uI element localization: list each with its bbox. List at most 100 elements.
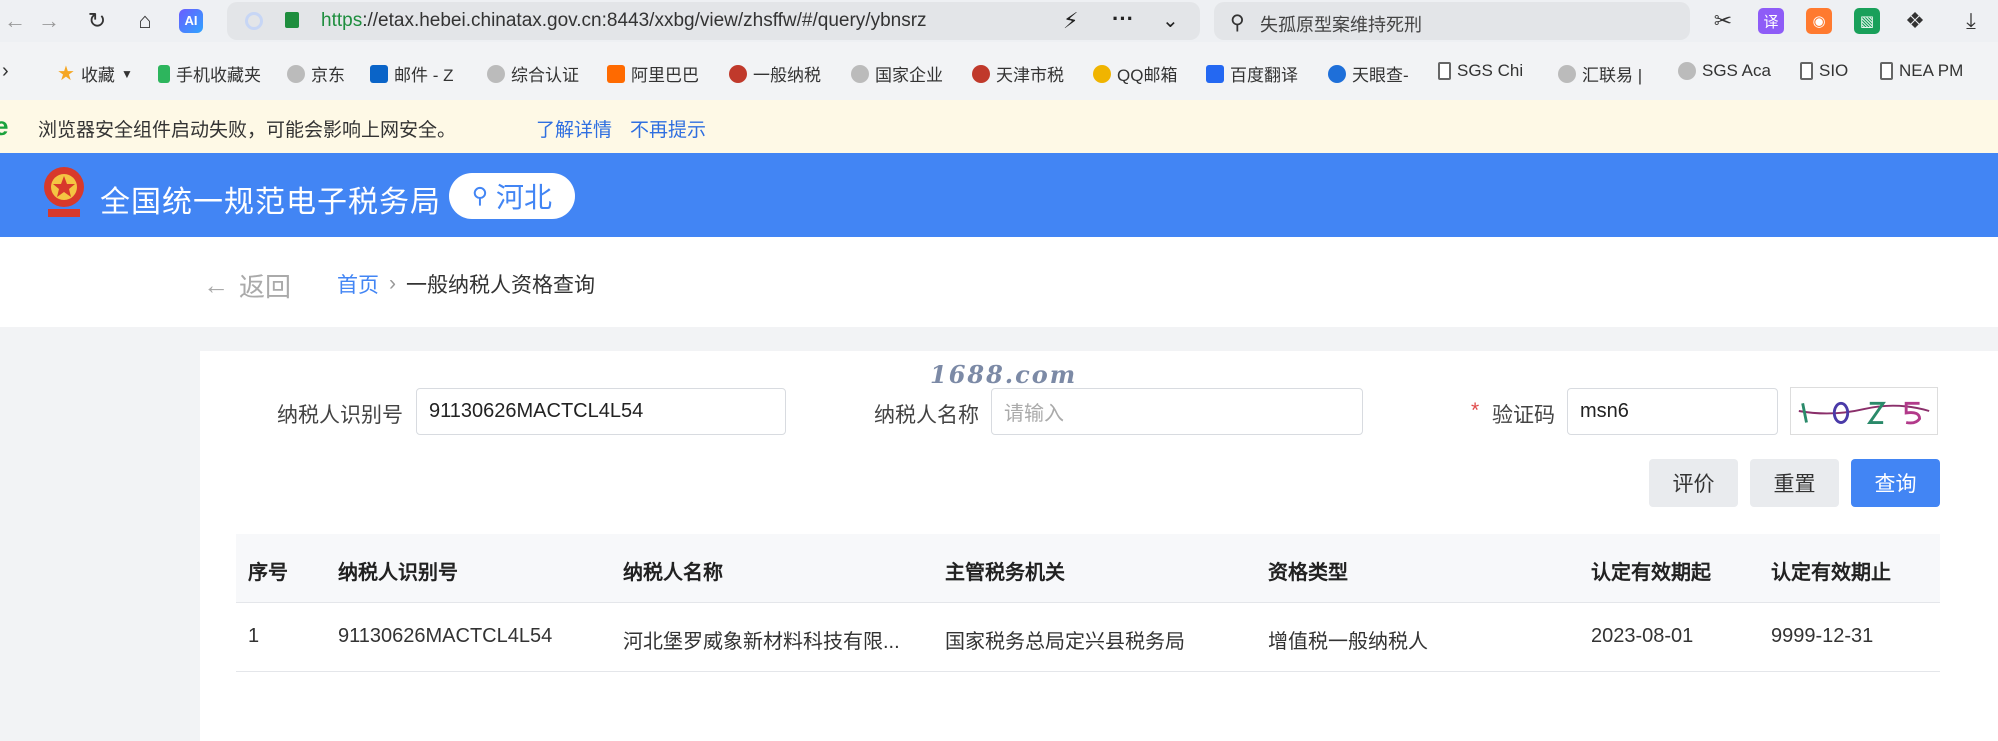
chevron-right-icon: › xyxy=(389,272,396,295)
outlook-icon xyxy=(370,64,388,83)
bookmark-label: 收藏 xyxy=(80,66,115,85)
bookmark-item[interactable]: 邮件 - Z xyxy=(370,61,466,86)
captcha-input[interactable]: msn6 xyxy=(1567,388,1778,435)
address-bar[interactable]: https://etax.hebei.chinatax.gov.cn:8443/… xyxy=(227,2,1200,40)
bookmark-item[interactable]: SIO xyxy=(1800,61,1870,81)
bookmark-item[interactable]: 天津市税 xyxy=(972,61,1074,86)
bookmark-label: 一般纳税 xyxy=(753,66,821,85)
column-header: 主管税务机关 xyxy=(945,562,1065,584)
emblem-icon xyxy=(972,64,990,83)
security-infobar: e 浏览器安全组件启动失败，可能会影响上网安全。 了解详情 不再提示 xyxy=(0,100,1998,153)
table-cell: 9999-12-31 xyxy=(1771,625,1874,647)
column-header: 认定有效期止 xyxy=(1771,562,1891,584)
tianyancha-icon xyxy=(1328,64,1346,83)
bookmark-label: 汇联易 | xyxy=(1582,66,1643,85)
forward-arrow-icon[interactable]: → xyxy=(34,6,64,36)
bookmark-label: SIO xyxy=(1819,61,1849,80)
puzzle-icon[interactable]: ❖ xyxy=(1902,8,1928,34)
back-button[interactable]: ← 返回 xyxy=(203,267,291,304)
reload-icon[interactable]: ↻ xyxy=(82,6,112,36)
bookmark-item[interactable]: 京东 xyxy=(287,61,357,86)
caret-down-icon: ▼ xyxy=(120,66,133,81)
bookmark-label: NEA PM xyxy=(1899,61,1964,80)
column-header: 认定有效期起 xyxy=(1591,562,1711,584)
column-header: 序号 xyxy=(248,562,288,584)
taxpayer-name-input[interactable]: 请输入 xyxy=(991,388,1363,435)
game-ext-icon[interactable]: ◉ xyxy=(1806,8,1832,34)
scissors-icon[interactable]: ✂ xyxy=(1710,8,1736,34)
table-row[interactable]: 1 91130626MACTCL4L54 河北堡罗威象新材料科技有限... 国家… xyxy=(236,603,1940,672)
bookmark-item[interactable]: SGS Chi xyxy=(1438,61,1536,81)
page-icon xyxy=(1880,62,1893,80)
bookmark-item[interactable]: 百度翻译 xyxy=(1206,61,1311,86)
dont-show-link[interactable]: 不再提示 xyxy=(630,115,706,142)
bookmark-item[interactable]: 汇联易 | xyxy=(1558,61,1658,86)
lightning-icon[interactable]: ⚡ xyxy=(1063,8,1078,34)
rate-button[interactable]: 评价 xyxy=(1649,459,1738,507)
bookmark-label: 邮件 - Z xyxy=(394,66,454,85)
taxpayer-id-label: 纳税人识别号 xyxy=(277,404,403,427)
location-pin-icon: ⚲ xyxy=(471,183,489,208)
emblem-icon xyxy=(729,64,747,83)
breadcrumb: 首页 › 一般纳税人资格查询 xyxy=(337,269,595,299)
bookmark-item[interactable]: 阿里巴巴 xyxy=(607,61,709,86)
column-header: 资格类型 xyxy=(1268,562,1348,584)
reset-button[interactable]: 重置 xyxy=(1750,459,1839,507)
more-icon[interactable]: ··· xyxy=(1112,6,1134,32)
translate-icon xyxy=(1206,64,1224,83)
bookmark-item[interactable]: NEA PM xyxy=(1880,61,1990,81)
ai-label: AI xyxy=(179,9,203,33)
captcha-image[interactable] xyxy=(1790,387,1938,435)
globe-icon xyxy=(487,64,505,83)
breadcrumb-home[interactable]: 首页 xyxy=(337,269,379,299)
bookmark-item[interactable]: SGS Aca xyxy=(1678,61,1780,81)
taxpayer-name-label: 纳税人名称 xyxy=(874,404,979,427)
chevron-right-icon[interactable]: › xyxy=(2,60,9,83)
bookmark-label: SGS Aca xyxy=(1702,61,1771,80)
home-icon[interactable]: ⌂ xyxy=(130,6,160,36)
required-mark: * xyxy=(1471,399,1480,422)
learn-more-link[interactable]: 了解详情 xyxy=(536,115,612,142)
bookmark-item[interactable]: 综合认证 xyxy=(487,61,587,86)
bookmark-label: 京东 xyxy=(311,66,345,85)
qq-icon xyxy=(1093,64,1111,83)
site-title: 全国统一规范电子税务局 xyxy=(100,185,441,220)
lock-icon xyxy=(285,12,299,28)
breadcrumb-current: 一般纳税人资格查询 xyxy=(406,274,595,297)
bookmark-item[interactable]: 国家企业 xyxy=(851,61,951,86)
download-icon[interactable]: ⤓ xyxy=(1958,8,1984,34)
table-cell: 2023-08-01 xyxy=(1591,625,1694,647)
back-arrow-icon[interactable]: ← xyxy=(0,6,30,36)
table-cell: 91130626MACTCL4L54 xyxy=(338,625,553,647)
book-ext-icon[interactable]: ▧ xyxy=(1854,8,1880,34)
breadcrumb-bar: ← 返回 首页 › 一般纳税人资格查询 xyxy=(0,237,1998,327)
bookmark-label: 天津市税 xyxy=(996,66,1064,85)
site-header: 全国统一规范电子税务局 ⚲ 河北 xyxy=(0,153,1998,237)
page-icon xyxy=(1800,62,1813,80)
region-selector[interactable]: ⚲ 河北 xyxy=(449,173,575,219)
table-cell: 1 xyxy=(248,625,260,647)
url-text[interactable]: https://etax.hebei.chinatax.gov.cn:8443/… xyxy=(321,10,1056,32)
ai-icon[interactable]: AI xyxy=(176,6,206,36)
chevron-down-icon[interactable]: ⌄ xyxy=(1162,8,1179,33)
bookmark-item[interactable]: QQ邮箱 xyxy=(1093,61,1193,86)
page-icon xyxy=(1438,62,1451,80)
site-info-icon[interactable] xyxy=(245,12,263,30)
translate-ext-icon[interactable]: 译 xyxy=(1758,8,1784,34)
table-header: 序号 纳税人识别号 纳税人名称 主管税务机关 资格类型 认定有效期起 认定有效期… xyxy=(236,534,1940,603)
bookmark-label: 国家企业 xyxy=(875,66,943,85)
bookmark-item[interactable]: 手机收藏夹 xyxy=(158,61,274,86)
query-button[interactable]: 查询 xyxy=(1851,459,1940,507)
browser-toolbar: ← → ↻ ⌂ AI https://etax.hebei.chinatax.g… xyxy=(0,0,1998,42)
bookmark-item[interactable]: 天眼查- xyxy=(1328,61,1420,86)
bookmark-item[interactable]: 一般纳税 xyxy=(729,61,831,86)
infobar-message: 浏览器安全组件启动失败，可能会影响上网安全。 xyxy=(38,120,457,141)
taxpayer-id-input[interactable]: 91130626MACTCL4L54 xyxy=(416,388,786,435)
alibaba-icon xyxy=(607,64,625,83)
tax-emblem-icon xyxy=(44,167,84,217)
bookmarks-bar: › ★ 收藏 ▼ 手机收藏夹 京东 邮件 - Z 综合认证 阿里巴巴 一般纳税 国家… xyxy=(0,56,1998,90)
search-box[interactable]: ⚲ 失孤原型案维持死刑 xyxy=(1214,2,1690,40)
table-cell: 国家税务总局定兴县税务局 xyxy=(945,631,1185,653)
table-cell: 河北堡罗威象新材料科技有限... xyxy=(623,631,900,653)
bookmark-item[interactable]: ★ 收藏 ▼ xyxy=(57,61,133,86)
